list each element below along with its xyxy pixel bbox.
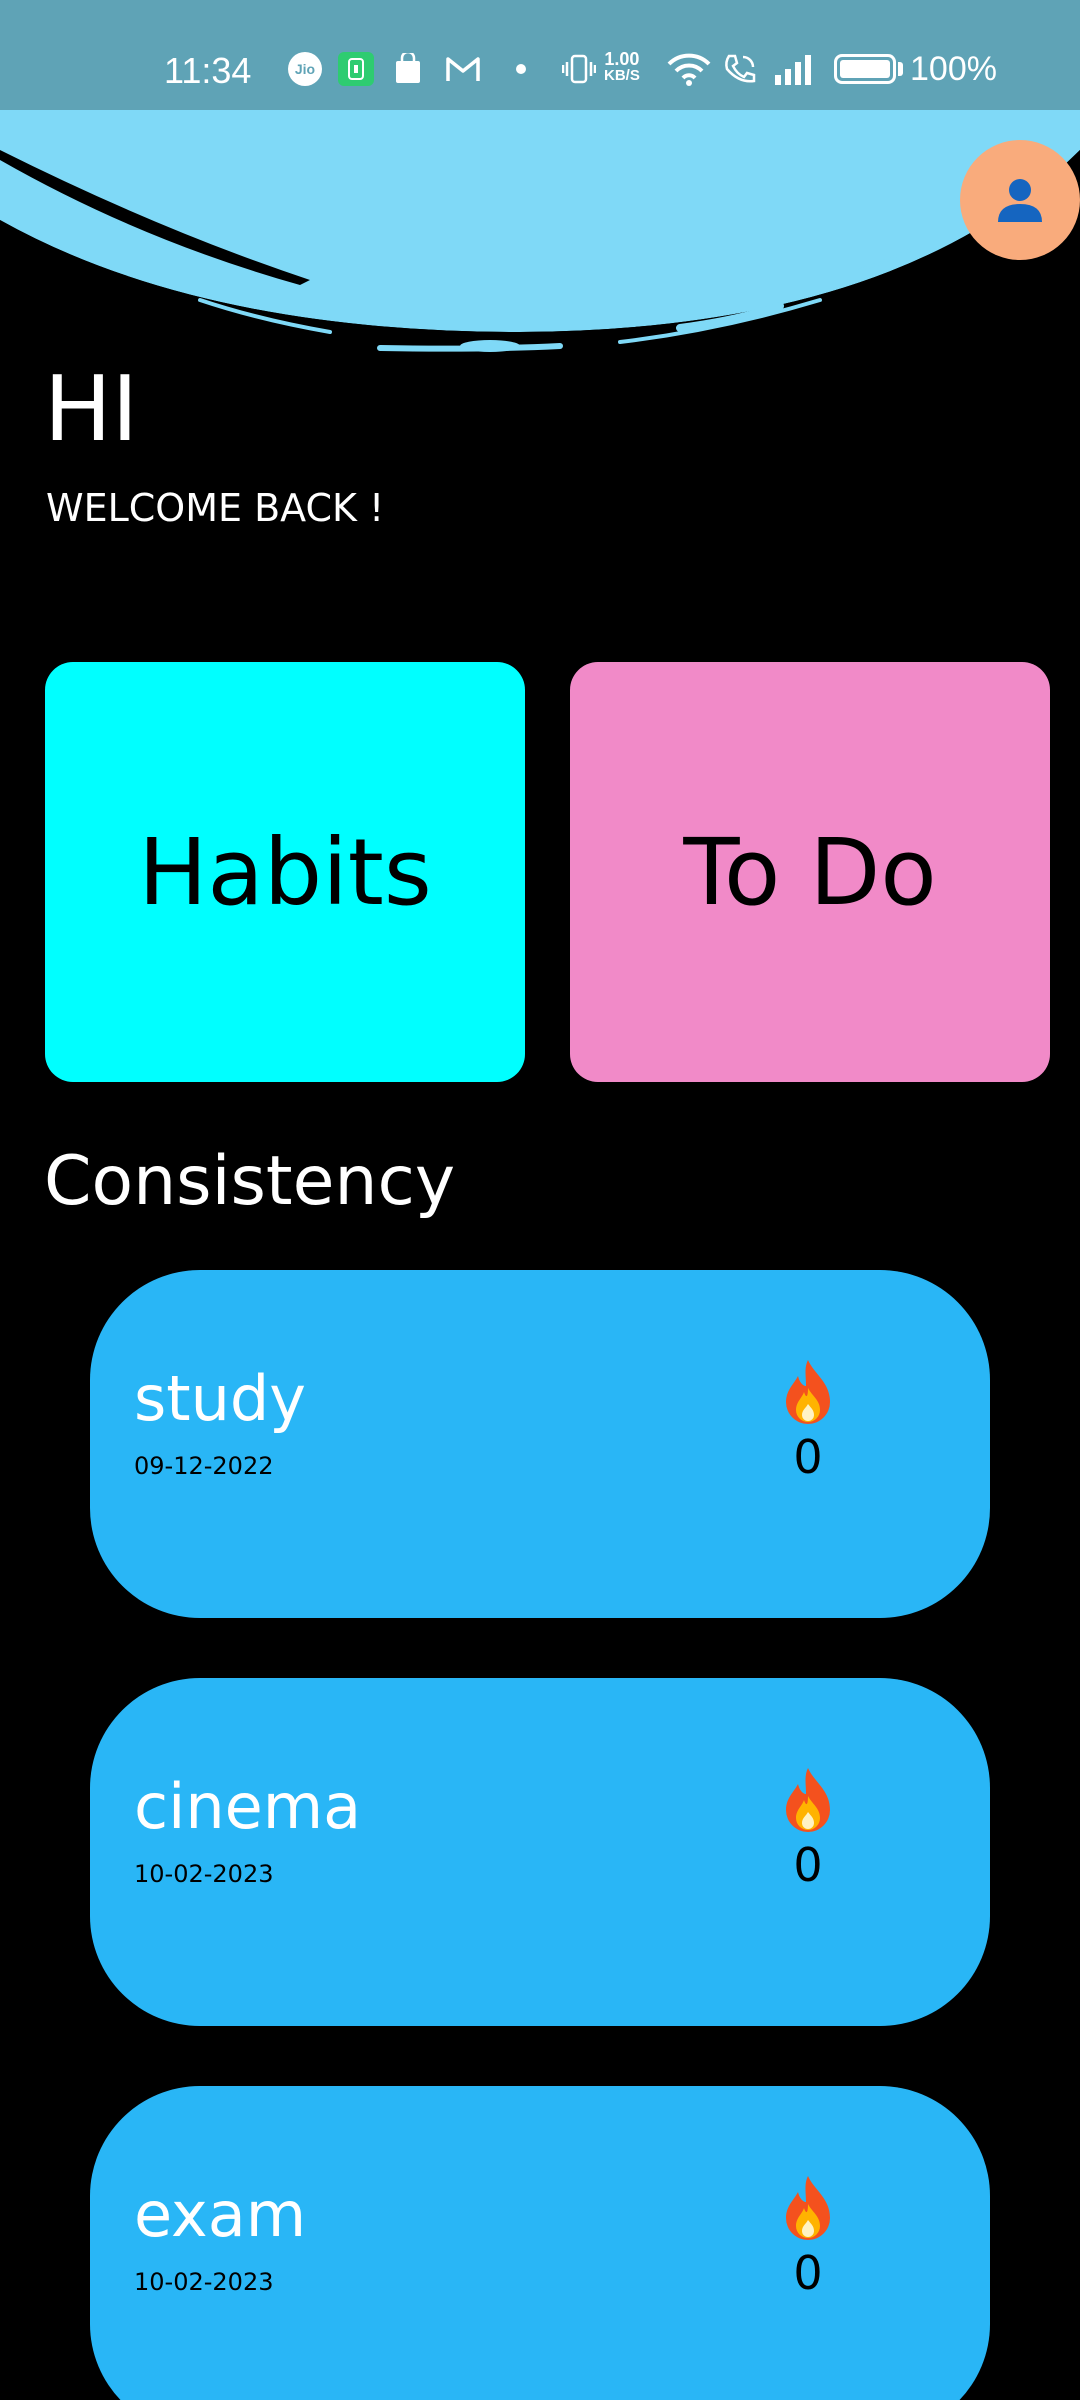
habit-date: 10-02-2023 [134, 2268, 274, 2296]
network-speed: 1.00 KB/S [604, 50, 640, 84]
habit-name: study [134, 1362, 306, 1435]
battery-icon [834, 54, 896, 84]
todo-tile-label: To Do [683, 818, 937, 926]
habits-tile-label: Habits [138, 818, 432, 926]
header-wave [0, 110, 1080, 370]
shopping-bag-icon [390, 52, 426, 86]
dot-icon [515, 52, 527, 86]
habit-card-exam[interactable]: exam 10-02-2023 0 [90, 2086, 990, 2400]
wifi-calling-icon [722, 52, 758, 86]
battery-tip [898, 62, 903, 76]
jio-icon: Jio [288, 52, 322, 86]
streak-count: 0 [793, 1430, 823, 1484]
habit-date: 09-12-2022 [134, 1452, 274, 1480]
fire-icon [780, 2174, 836, 2246]
todo-tile[interactable]: To Do [570, 662, 1050, 1082]
status-time: 11:34 [164, 50, 252, 91]
network-speed-unit: KB/S [604, 67, 640, 84]
habits-tile[interactable]: Habits [45, 662, 525, 1082]
battery-percent: 100% [910, 50, 997, 88]
status-bar: 11:34 Jio 1.00 KB/S 100% [0, 0, 1080, 110]
person-icon [998, 179, 1042, 222]
profile-button[interactable] [960, 140, 1080, 260]
fire-icon [780, 1358, 836, 1430]
streak-count: 0 [793, 1838, 823, 1892]
habit-card-study[interactable]: study 09-12-2022 0 [90, 1270, 990, 1618]
streak-count: 0 [793, 2246, 823, 2300]
network-speed-value: 1.00 [604, 49, 640, 69]
habit-card-cinema[interactable]: cinema 10-02-2023 0 [90, 1678, 990, 2026]
habit-date: 10-02-2023 [134, 1860, 274, 1888]
greeting-title: HI [44, 357, 139, 462]
gmail-icon [443, 52, 483, 86]
phone-notification-icon [338, 52, 374, 86]
habit-name: exam [134, 2178, 307, 2251]
welcome-subtitle: WELCOME BACK ! [46, 486, 385, 530]
signal-icon [772, 52, 816, 86]
screen: 11:34 Jio 1.00 KB/S 100% HI WELCOME BACK… [0, 0, 1080, 2400]
wifi-icon [666, 52, 712, 86]
habit-name: cinema [134, 1770, 362, 1843]
consistency-title: Consistency [44, 1142, 456, 1221]
fire-icon [780, 1766, 836, 1838]
vibrate-icon [562, 52, 596, 86]
